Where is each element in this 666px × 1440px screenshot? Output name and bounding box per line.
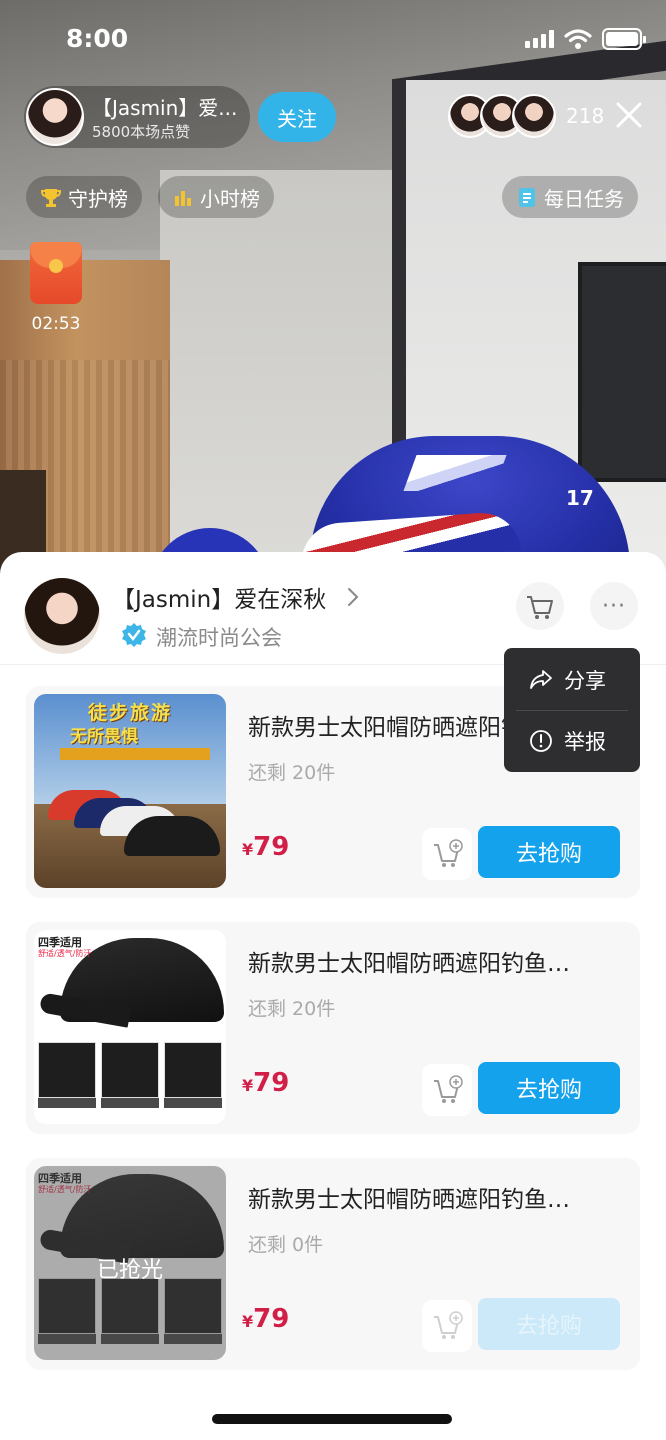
hourly-ranking-pill[interactable]: 小时榜: [158, 176, 274, 218]
price-currency: ¥: [242, 1076, 254, 1095]
status-time: 8:00: [66, 24, 129, 53]
price-amount: 79: [253, 1304, 290, 1334]
buy-now-button[interactable]: 去抢购: [478, 1062, 620, 1114]
image-detail: [164, 1042, 222, 1098]
close-icon[interactable]: [614, 100, 644, 130]
buy-now-button[interactable]: 去抢购: [478, 826, 620, 878]
menu-item-label: 分享: [564, 669, 606, 693]
image-detail: [38, 1042, 96, 1098]
pill-label: 每日任务: [544, 186, 624, 211]
product-card[interactable]: 四季适用 舒适/透气/防汗 新款男士太阳帽防晒遮阳钓鱼… 还剩 20件 ¥79 …: [26, 922, 640, 1134]
image-black-cap: [124, 816, 220, 856]
product-price: ¥79: [242, 832, 289, 862]
task-list-icon: [519, 188, 535, 207]
price-amount: 79: [253, 1068, 290, 1098]
product-image[interactable]: 徒步旅游 无所畏惧: [34, 694, 226, 888]
image-headline: 徒步旅游: [87, 702, 172, 724]
video-tv-screen: [578, 262, 666, 482]
image-headline-2: 无所畏惧: [70, 727, 138, 747]
image-detail-caption: [101, 1098, 159, 1108]
signal-icon: [525, 30, 554, 48]
red-packet-seal: [49, 259, 63, 273]
cart-plus-icon: [434, 1075, 463, 1103]
guild-name: 潮流时尚公会: [156, 626, 282, 650]
menu-item-label: 举报: [564, 730, 606, 754]
buy-now-button-disabled[interactable]: 去抢购: [478, 1298, 620, 1350]
product-stock: 还剩 20件: [248, 762, 336, 784]
chevron-right-icon[interactable]: [344, 584, 362, 610]
product-title[interactable]: 新款男士太阳帽防晒遮阳钓鱼…: [248, 1180, 628, 1214]
product-title[interactable]: 新款男士太阳帽防晒遮阳钓鱼…: [248, 944, 628, 978]
warning-circle-icon: [530, 730, 552, 752]
image-detail: [101, 1042, 159, 1098]
trophy-icon: [40, 189, 62, 207]
cart-plus-icon: [434, 839, 463, 867]
pill-label: 守护榜: [68, 186, 128, 211]
guard-ranking-pill[interactable]: 守护榜: [26, 176, 142, 218]
pill-label: 小时榜: [200, 186, 260, 211]
battery-icon: [602, 28, 646, 50]
cart-icon: [527, 596, 553, 619]
product-image[interactable]: 四季适用 舒适/透气/防汗: [34, 930, 226, 1124]
price-amount: 79: [253, 832, 290, 862]
product-stock: 还剩 0件: [248, 1234, 324, 1256]
product-stock: 还剩 20件: [248, 998, 336, 1020]
more-icon: ···: [602, 593, 626, 619]
image-detail-caption: [164, 1098, 222, 1108]
add-to-cart-button[interactable]: [422, 1064, 472, 1116]
add-to-cart-button[interactable]: [422, 1300, 472, 1352]
cart-button[interactable]: [516, 582, 564, 630]
host-name: 【Jasmin】爱...: [92, 96, 238, 120]
product-card[interactable]: 四季适用 舒适/透气/防汗 已抢光 新款男士太阳帽防晒遮阳钓鱼… 还剩 0件 ¥…: [26, 1158, 640, 1370]
product-image[interactable]: 四季适用 舒适/透气/防汗 已抢光: [34, 1166, 226, 1360]
image-banner: [60, 748, 210, 760]
viewer-count[interactable]: 218: [566, 104, 604, 128]
menu-item-share[interactable]: 分享: [504, 650, 640, 710]
product-price: ¥79: [242, 1304, 289, 1334]
red-packet-countdown: 02:53: [31, 314, 81, 334]
viewer-avatars[interactable]: [448, 94, 558, 140]
follow-button[interactable]: 关注: [258, 92, 336, 142]
video-cap-number: 17: [566, 486, 594, 510]
image-detail-caption: [38, 1098, 96, 1108]
video-cap-logo: [403, 455, 507, 491]
more-options-button[interactable]: ···: [590, 582, 638, 630]
status-icons: [525, 28, 646, 50]
verified-badge-icon: [122, 623, 146, 647]
wifi-icon: [564, 29, 592, 49]
status-bar: 8:00: [0, 0, 666, 78]
bar-chart-icon: [175, 191, 191, 206]
price-currency: ¥: [242, 1312, 254, 1331]
more-options-menu: 分享 举报: [504, 648, 640, 772]
home-indicator[interactable]: [212, 1414, 452, 1424]
price-currency: ¥: [242, 840, 254, 859]
add-to-cart-button[interactable]: [422, 828, 472, 880]
cart-plus-icon: [434, 1311, 463, 1339]
host-likes-count: 5800本场点赞: [92, 123, 191, 141]
product-price: ¥79: [242, 1068, 289, 1098]
host-avatar[interactable]: [26, 88, 84, 146]
sheet-host-avatar[interactable]: [24, 578, 100, 654]
menu-item-report[interactable]: 举报: [504, 711, 640, 771]
viewer-avatar[interactable]: [512, 94, 556, 138]
image-sublabel: 舒适/透气/防汗: [38, 949, 92, 958]
share-icon: [530, 670, 552, 689]
daily-task-pill[interactable]: 每日任务: [502, 176, 638, 218]
sheet-host-name[interactable]: 【Jasmin】爱在深秋: [112, 580, 326, 614]
sold-out-label: 已抢光: [96, 1258, 163, 1283]
